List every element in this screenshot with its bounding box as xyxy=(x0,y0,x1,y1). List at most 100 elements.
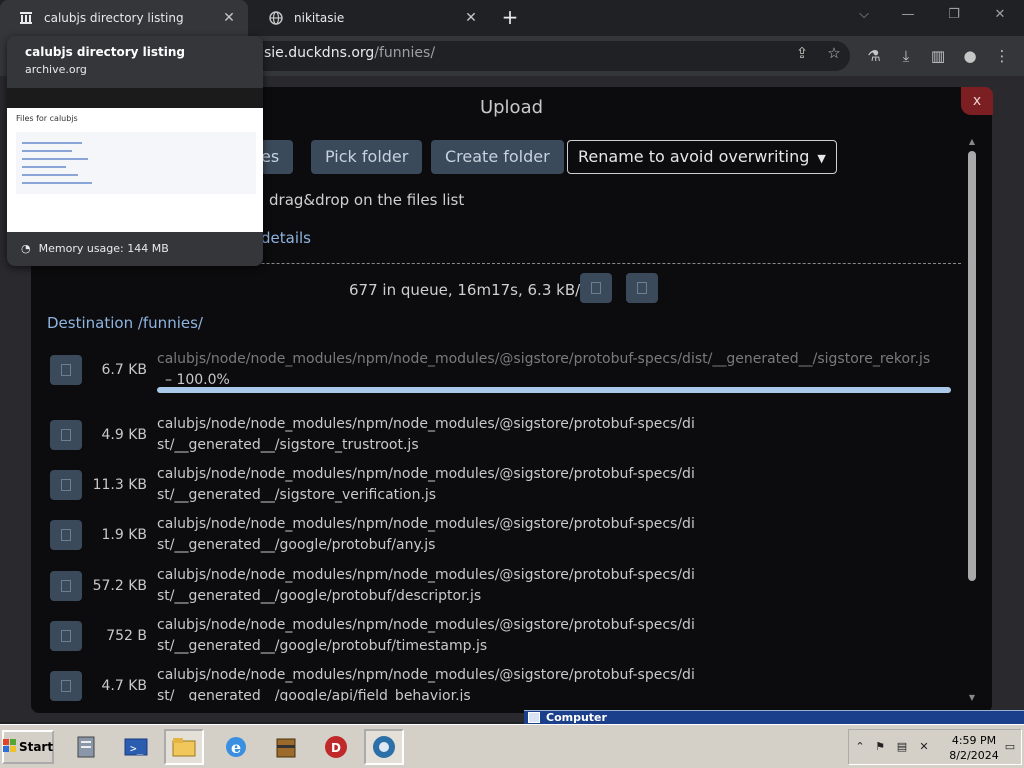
explorer-icon[interactable] xyxy=(164,729,204,765)
show-hidden-icons-icon[interactable]: ⌃ xyxy=(853,740,867,754)
file-action-button[interactable] xyxy=(50,571,82,601)
computer-icon xyxy=(528,712,540,723)
file-action-button[interactable] xyxy=(50,355,82,385)
file-size: 752 B xyxy=(106,628,147,644)
minimize-button[interactable]: — xyxy=(886,4,930,28)
internet-explorer-icon[interactable]: e xyxy=(216,729,256,765)
archive-tool-icon[interactable] xyxy=(266,729,306,765)
svg-text:>_: >_ xyxy=(130,742,144,755)
file-action-button[interactable] xyxy=(50,671,82,701)
pause-queue-button[interactable] xyxy=(580,273,612,303)
tab-search-chevron-icon[interactable]: ⌵ xyxy=(842,4,886,28)
modal-scrollbar[interactable]: ▲ ▼ xyxy=(967,137,977,703)
upload-row: 752 B calubjs/node/node_modules/npm/node… xyxy=(31,615,961,665)
file-action-button[interactable] xyxy=(50,420,82,450)
tab-close-icon[interactable]: ✕ xyxy=(220,9,238,27)
scroll-down-icon[interactable]: ▼ xyxy=(967,693,977,703)
lab-icon[interactable]: ⚗ xyxy=(862,44,886,68)
thumbnail-heading: Files for calubjs xyxy=(16,114,78,123)
tab-strip: calubjs directory listing ✕ nikitasie ✕ … xyxy=(0,0,1024,36)
svg-text:D: D xyxy=(331,741,341,755)
chrome-app-icon[interactable] xyxy=(364,729,404,765)
profile-icon[interactable]: ● xyxy=(958,44,982,68)
file-name: calubjs/node/node_modules/npm/node_modul… xyxy=(157,349,957,391)
star-icon[interactable]: ☆ xyxy=(822,41,846,65)
thumbnail-table xyxy=(16,132,256,194)
tab-title: calubjs directory listing xyxy=(44,11,184,25)
memory-text: Memory usage: 144 MB xyxy=(38,242,169,255)
file-name: calubjs/node/node_modules/npm/node_modul… xyxy=(157,567,695,604)
upload-row: 57.2 KB calubjs/node/node_modules/npm/no… xyxy=(31,565,961,615)
tab-nikitasie[interactable]: nikitasie ✕ xyxy=(250,0,490,36)
upload-row: 11.3 KB calubjs/node/node_modules/npm/no… xyxy=(31,464,961,514)
file-name: calubjs/node/node_modules/npm/node_modul… xyxy=(157,516,695,553)
computer-window-titlebar[interactable]: Computer xyxy=(524,710,1024,724)
file-name: calubjs/node/node_modules/npm/node_modul… xyxy=(157,416,695,453)
file-progress-text: – 100.0% xyxy=(165,372,230,388)
window-close-button[interactable]: ✕ xyxy=(978,4,1022,28)
file-action-button[interactable] xyxy=(50,470,82,500)
file-action-button[interactable] xyxy=(50,621,82,651)
upload-row: 6.7 KB calubjs/node/node_modules/npm/nod… xyxy=(31,349,961,399)
upload-row: 4.9 KB calubjs/node/node_modules/npm/nod… xyxy=(31,414,961,464)
clock-date[interactable]: 8/2/2024 xyxy=(945,749,1003,762)
pick-files-button[interactable]: es xyxy=(261,140,294,174)
file-path: calubjs/node/node_modules/npm/node_modul… xyxy=(157,351,931,367)
new-tab-button[interactable]: + xyxy=(498,6,522,30)
scroll-up-icon[interactable]: ▲ xyxy=(967,137,977,147)
svg-text:e: e xyxy=(231,738,241,757)
page-thumbnail: Files for calubjs xyxy=(7,88,263,232)
start-button[interactable]: Start xyxy=(2,730,54,764)
create-folder-button[interactable]: Create folder xyxy=(431,140,564,174)
menu-icon[interactable]: ⋮ xyxy=(990,44,1014,68)
share-icon[interactable]: ⇪ xyxy=(790,41,814,65)
scroll-thumb[interactable] xyxy=(968,151,976,581)
upload-row: 1.9 KB calubjs/node/node_modules/npm/nod… xyxy=(31,514,961,564)
tab-hover-card: calubjs directory listing archive.org Fi… xyxy=(7,36,263,266)
file-size: 1.9 KB xyxy=(101,527,148,543)
chevron-down-icon: ▼ xyxy=(817,152,826,165)
address-host: sie.duckdns.org xyxy=(264,45,375,61)
sidepanel-icon[interactable]: ▥ xyxy=(926,44,950,68)
globe-icon xyxy=(268,10,284,26)
destination-label: Destination /funnies/ xyxy=(47,314,203,332)
clock-time[interactable]: 4:59 PM xyxy=(945,734,1003,747)
hover-card-domain: archive.org xyxy=(25,63,87,76)
details-link[interactable]: details xyxy=(261,229,311,247)
pick-folder-button[interactable]: Pick folder xyxy=(311,140,423,174)
tab-close-icon[interactable]: ✕ xyxy=(462,9,480,27)
network-icon[interactable]: ▤ xyxy=(895,740,909,754)
address-path: /funnies/ xyxy=(374,45,436,61)
address-text[interactable]: sie.duckdns.org/funnies/ xyxy=(264,45,435,61)
archive-icon xyxy=(18,10,34,26)
app-d-icon[interactable]: D xyxy=(316,729,356,765)
stop-queue-button[interactable] xyxy=(626,273,658,303)
start-label: Start xyxy=(18,740,54,754)
file-name: calubjs/node/node_modules/npm/node_modul… xyxy=(157,617,695,654)
computer-window-title: Computer xyxy=(546,711,607,724)
queue-status: 677 in queue, 16m17s, 6.3 kB/s xyxy=(349,281,588,299)
file-name: calubjs/node/node_modules/npm/node_modul… xyxy=(157,667,695,701)
select-value: Rename to avoid overwriting xyxy=(578,147,810,166)
windows-flag-icon xyxy=(2,738,17,756)
upload-row: 4.7 KB calubjs/node/node_modules/npm/nod… xyxy=(31,665,961,701)
file-size: 57.2 KB xyxy=(92,578,147,594)
modal-close-button[interactable]: x xyxy=(961,87,993,115)
memory-usage: ◔ Memory usage: 144 MB xyxy=(21,242,169,255)
tab-calubjs[interactable]: calubjs directory listing ✕ xyxy=(0,0,248,36)
file-size: 4.9 KB xyxy=(101,427,148,443)
file-size: 6.7 KB xyxy=(101,362,148,378)
memory-icon: ◔ xyxy=(21,242,31,255)
thumbnail-header xyxy=(7,88,263,108)
conflict-mode-select[interactable]: Rename to avoid overwriting ▼ xyxy=(567,140,837,174)
restore-button[interactable]: ❐ xyxy=(932,4,976,28)
file-name: calubjs/node/node_modules/npm/node_modul… xyxy=(157,466,695,503)
powershell-icon[interactable]: >_ xyxy=(116,729,156,765)
show-desktop-icon[interactable]: ▭ xyxy=(1003,740,1017,754)
file-action-button[interactable] xyxy=(50,520,82,550)
volume-muted-icon[interactable]: ✕ xyxy=(917,740,931,754)
download-icon[interactable]: ⤓ xyxy=(894,44,918,68)
action-center-flag-icon[interactable]: ⚑ xyxy=(873,740,887,754)
server-manager-icon[interactable] xyxy=(66,729,106,765)
tab-title: nikitasie xyxy=(294,11,345,25)
